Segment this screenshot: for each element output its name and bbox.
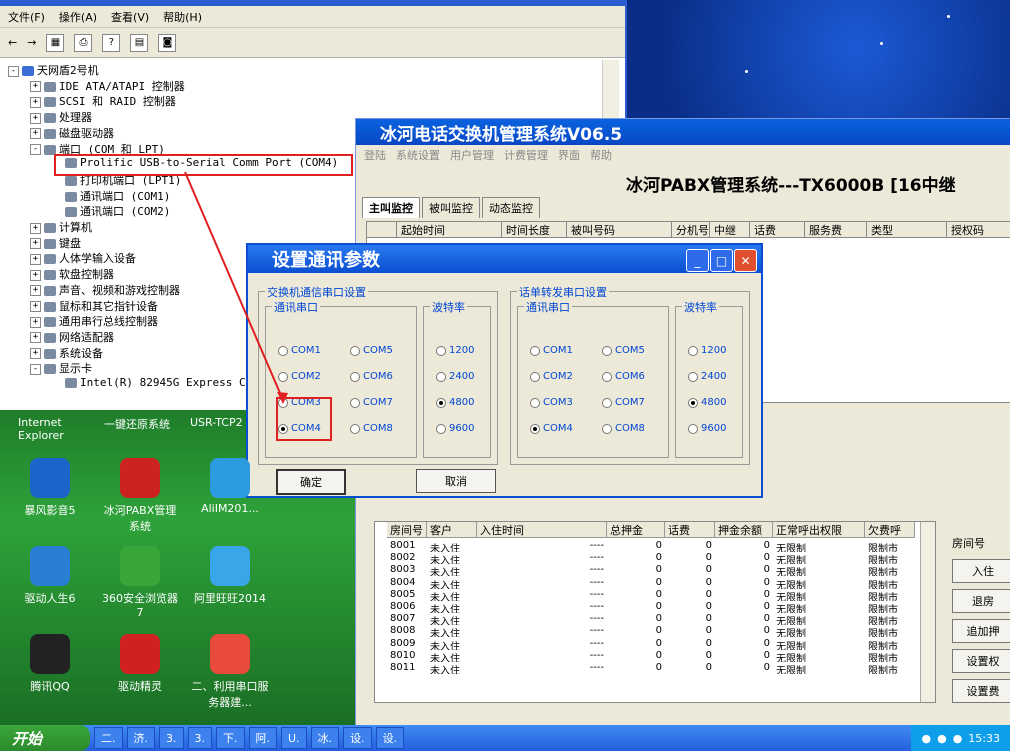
desktop-icon-label: 驱动精灵 — [118, 680, 162, 693]
system-tray: ● ● ● 15:33 — [911, 725, 1010, 751]
desktop-icon[interactable]: 二、利用串口服务器建... — [190, 634, 270, 710]
start-button[interactable]: 开始 — [0, 725, 90, 751]
app-icon — [120, 634, 160, 674]
desktop-top-label: Internet Explorer — [18, 416, 64, 442]
app-icon — [30, 634, 70, 674]
taskbar: 开始 二. 济. 3. 3. 下. 阿. U. 冰. 设. 设. ● ● ● 15:33 — [0, 725, 1010, 751]
app-icon — [210, 458, 250, 498]
desktop-icon-label: 二、利用串口服务器建... — [191, 680, 269, 709]
desktop-icon-label: 阿里旺旺2014 — [194, 592, 266, 605]
app-icon — [210, 546, 250, 586]
desktop-icon[interactable]: 阿里旺旺2014 — [190, 546, 270, 606]
desktop-icon-label: 驱动人生6 — [24, 592, 76, 605]
app-icon — [210, 634, 250, 674]
app-icon — [120, 546, 160, 586]
desktop-icon[interactable]: 360安全浏览器7 — [100, 546, 180, 619]
desktop-icon[interactable]: 冰河PABX管理系统 — [100, 458, 180, 534]
taskbar-task[interactable]: 3. — [159, 727, 184, 749]
desktop-icon-label: 腾讯QQ — [30, 680, 70, 693]
start-label: 开始 — [12, 729, 43, 748]
desktop-icon[interactable]: 驱动精灵 — [100, 634, 180, 694]
tray-icon[interactable]: ● — [953, 732, 963, 745]
taskbar-task[interactable]: 济. — [126, 727, 155, 749]
clock: 15:33 — [968, 731, 1000, 745]
desktop-icons: Internet Explorer 一键还原系统 USR-TCP2 暴风影音5 冰河PA… — [0, 410, 360, 725]
desktop-icon[interactable]: 腾讯QQ — [10, 634, 90, 694]
app-icon — [30, 458, 70, 498]
taskbar-task[interactable]: 下. — [216, 727, 245, 749]
tray-icon[interactable]: ● — [921, 732, 931, 745]
taskbar-task[interactable]: 阿. — [248, 727, 277, 749]
app-icon — [30, 546, 70, 586]
desktop-icon[interactable]: 驱动人生6 — [10, 546, 90, 606]
taskbar-task[interactable]: U. — [281, 727, 307, 749]
taskbar-task[interactable]: 3. — [187, 727, 212, 749]
taskbar-task[interactable]: 冰. — [310, 727, 340, 749]
desktop-icon-label: 冰河PABX管理系统 — [103, 504, 177, 533]
desktop-top-label: USR-TCP2 — [190, 416, 243, 429]
app-icon — [120, 458, 160, 498]
taskbar-task[interactable]: 设. — [343, 727, 372, 749]
desktop-icon-label: 360安全浏览器7 — [102, 592, 178, 619]
taskbar-task[interactable]: 二. — [94, 727, 123, 749]
desktop-top-label: 一键还原系统 — [104, 418, 170, 431]
tray-icon[interactable]: ● — [937, 732, 947, 745]
desktop-icon[interactable]: AliIM201... — [190, 458, 270, 515]
desktop-icon-label: AliIM201... — [201, 502, 259, 515]
desktop-icon-label: 暴风影音5 — [24, 504, 76, 517]
desktop-icon[interactable]: 暴风影音5 — [10, 458, 90, 518]
task-list: 二. 济. 3. 3. 下. 阿. U. 冰. 设. 设. — [90, 727, 405, 749]
taskbar-task[interactable]: 设. — [375, 727, 405, 749]
